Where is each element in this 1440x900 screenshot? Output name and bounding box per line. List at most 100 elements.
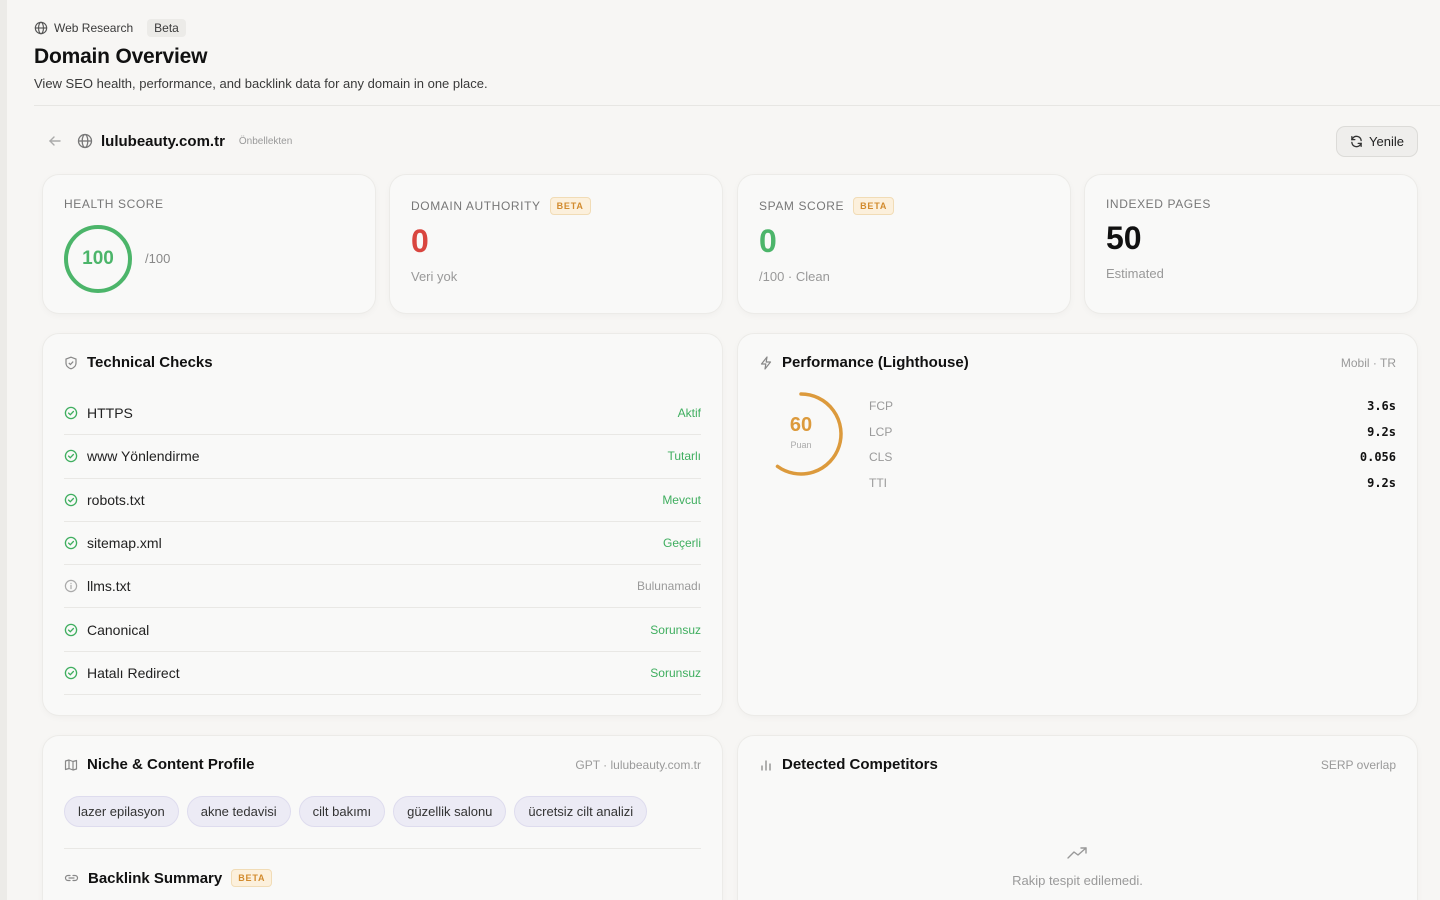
check-row: Hatalı Redirect Sorunsuz <box>64 652 701 696</box>
indexed-pages-value: 50 <box>1106 220 1142 256</box>
check-status: Geçerli <box>662 536 701 551</box>
check-circle-icon <box>64 406 78 420</box>
beta-badge: Beta <box>147 19 186 37</box>
domain-authority-title: DOMAIN AUTHORITY <box>411 199 541 213</box>
beta-badge: BETA <box>231 869 273 887</box>
metric-row: LCP 9.2s <box>869 419 1396 445</box>
performance-heading: Performance (Lighthouse) <box>782 354 969 371</box>
performance-score-label: Puan <box>790 440 812 450</box>
link-icon <box>64 874 79 882</box>
check-circle-icon <box>64 536 78 550</box>
backlink-title: Backlink Summary BETA <box>64 869 273 887</box>
cache-label: Önbellekten <box>238 135 293 147</box>
check-label: Canonical <box>87 621 150 638</box>
refresh-button[interactable]: Yenile <box>1336 125 1418 157</box>
check-label: llms.txt <box>87 578 131 595</box>
technical-checks-list: HTTPS Aktif www Yönlendirme Tutarlı robots.t… <box>64 392 701 696</box>
check-label: robots.txt <box>87 491 145 508</box>
metric-row: CLS 0.056 <box>869 444 1396 470</box>
check-row: llms.txt Bulunamadı <box>64 565 701 609</box>
check-circle-icon <box>64 666 78 680</box>
shield-icon <box>65 356 77 369</box>
performance-title: Performance (Lighthouse) <box>759 354 969 371</box>
performance-card: Performance (Lighthouse) Mobil · TR 60 P… <box>738 334 1417 715</box>
metric-value: 9.2s <box>1367 475 1396 490</box>
page-subtitle: View SEO health, performance, and backli… <box>34 76 488 91</box>
niche-tag[interactable]: akne tedavisi <box>186 796 291 827</box>
check-status: Bulunamadı <box>636 579 701 594</box>
domain-authority-label: DOMAIN AUTHORITY BETA <box>411 197 591 215</box>
globe-icon <box>34 21 48 35</box>
refresh-label: Yenile <box>1369 133 1404 149</box>
performance-score: 60 <box>789 414 813 436</box>
header-divider <box>34 105 1440 106</box>
metric-value: 9.2s <box>1367 424 1396 439</box>
check-row: Canonical Sorunsuz <box>64 608 701 652</box>
check-status: Tutarlı <box>667 449 701 464</box>
domain-authority-value: 0 <box>411 223 429 259</box>
metric-row: TTI 9.2s <box>869 470 1396 496</box>
check-status: Aktif <box>677 406 701 421</box>
health-score-suffix: /100 <box>145 251 171 266</box>
check-label: www Yönlendirme <box>87 448 200 465</box>
technical-checks-card: Technical Checks HTTPS Aktif www Yönlendir… <box>43 334 722 715</box>
spam-score-value: 0 <box>759 223 777 259</box>
technical-checks-heading: Technical Checks <box>87 354 213 371</box>
domain-authority-sub: Veri yok <box>411 269 458 284</box>
check-status: Sorunsuz <box>650 665 701 680</box>
domain-bar: lulubeauty.com.tr Önbellekten Yenile <box>43 125 1418 157</box>
trending-up-icon <box>1067 847 1087 859</box>
niche-card: Niche & Content Profile GPT · lulubeauty… <box>43 736 722 900</box>
niche-meta: GPT · lulubeauty.com.tr <box>575 758 701 772</box>
spam-score-sub: /100 · Clean <box>759 269 830 284</box>
check-row: HTTPS Aktif <box>64 392 701 436</box>
main-content: Web Research Beta Domain Overview View S… <box>7 0 1440 900</box>
check-label: sitemap.xml <box>87 535 162 552</box>
performance-metrics: FCP 3.6s LCP 9.2s CLS 0.056 TTI 9.2s <box>869 393 1396 496</box>
back-button[interactable] <box>43 129 67 153</box>
check-row: www Yönlendirme Tutarlı <box>64 435 701 479</box>
breadcrumb-section[interactable]: Web Research <box>54 21 133 35</box>
niche-tag[interactable]: güzellik salonu <box>393 796 507 827</box>
competitors-card: Detected Competitors SERP overlap Rakip … <box>738 736 1417 900</box>
check-status: Sorunsuz <box>650 622 701 637</box>
sidebar-edge <box>0 0 7 900</box>
performance-meta: Mobil · TR <box>1340 356 1396 370</box>
domain-name: lulubeauty.com.tr <box>101 132 225 150</box>
indexed-pages-card: INDEXED PAGES 50 Estimated <box>1085 175 1417 313</box>
niche-title: Niche & Content Profile <box>64 756 255 773</box>
refresh-icon <box>1351 135 1362 147</box>
metric-value: 0.056 <box>1359 450 1396 465</box>
niche-tag[interactable]: ücretsiz cilt analizi <box>514 796 648 827</box>
section-divider <box>64 848 701 849</box>
bar-chart-icon <box>761 759 771 771</box>
arrow-left-icon <box>49 136 61 146</box>
check-row: sitemap.xml Geçerli <box>64 522 701 566</box>
check-circle-icon <box>64 493 78 506</box>
metric-name: LCP <box>869 424 893 439</box>
check-status: Mevcut <box>662 492 701 507</box>
competitors-empty-message: Rakip tespit edilemedi. <box>1012 873 1143 888</box>
spam-score-label: SPAM SCORE BETA <box>759 197 895 215</box>
backlink-heading: Backlink Summary <box>88 869 223 887</box>
metric-name: FCP <box>869 398 893 413</box>
health-score-label: HEALTH SCORE <box>64 197 164 211</box>
check-row: robots.txt Mevcut <box>64 479 701 522</box>
metric-row: FCP 3.6s <box>869 393 1396 419</box>
beta-badge: BETA <box>853 197 895 215</box>
niche-tag[interactable]: lazer epilasyon <box>64 796 179 827</box>
map-icon <box>64 758 78 771</box>
competitors-heading: Detected Competitors <box>782 756 938 773</box>
niche-heading: Niche & Content Profile <box>87 756 255 773</box>
check-label: Hatalı Redirect <box>87 664 180 681</box>
indexed-pages-sub: Estimated <box>1106 266 1164 281</box>
spam-score-card: SPAM SCORE BETA 0 /100 · Clean <box>738 175 1070 313</box>
info-circle-icon <box>64 580 78 593</box>
indexed-pages-label: INDEXED PAGES <box>1106 197 1211 211</box>
check-circle-icon <box>64 450 78 463</box>
metric-name: TTI <box>869 475 887 490</box>
niche-tag[interactable]: cilt bakımı <box>298 796 386 827</box>
competitors-meta: SERP overlap <box>1320 758 1396 772</box>
breadcrumb: Web Research Beta <box>34 18 186 38</box>
health-score-card: HEALTH SCORE 100 /100 <box>43 175 375 313</box>
